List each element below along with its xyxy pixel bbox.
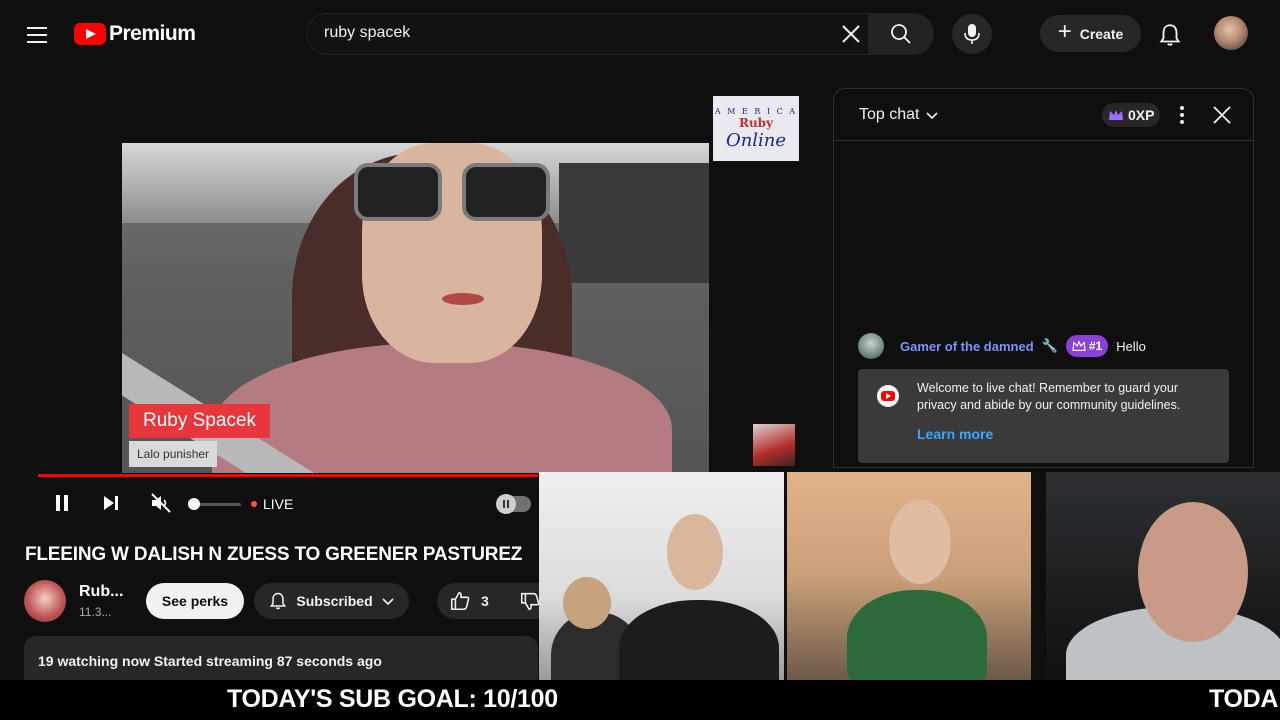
plus-icon: + — [1057, 18, 1072, 45]
chat-header: Top chat 0XP — [834, 89, 1253, 141]
channel-avatar[interactable] — [24, 580, 66, 622]
close-chat-icon[interactable] — [1210, 103, 1234, 127]
chat-message-text: Hello — [1116, 338, 1146, 354]
chat-mode-dropdown[interactable]: Top chat — [859, 106, 939, 124]
subscriber-count: 11.3... — [79, 605, 112, 619]
pause-button[interactable] — [46, 487, 78, 519]
chat-more-options-icon[interactable] — [1172, 104, 1192, 126]
thumbs-down-icon[interactable] — [519, 590, 541, 612]
learn-more-link[interactable]: Learn more — [917, 426, 993, 442]
welcome-text: Welcome to live chat! Remember to guard … — [917, 381, 1181, 412]
watermark-script: Online — [725, 129, 787, 151]
account-avatar[interactable] — [1214, 16, 1248, 50]
create-label: Create — [1079, 25, 1124, 42]
volume-slider-handle[interactable] — [188, 498, 200, 510]
volume-muted-icon — [151, 493, 171, 513]
webcam-2-person — [847, 590, 987, 680]
youtube-play-icon — [74, 23, 106, 45]
webcam-1-head-right — [667, 514, 723, 590]
player-controls: LIVE — [38, 487, 538, 521]
video-mouth — [442, 293, 484, 305]
welcome-banner: Welcome to live chat! Remember to guard … — [858, 369, 1229, 463]
video-sunglasses — [354, 163, 554, 221]
pause-icon — [56, 495, 68, 511]
notifications-bell-icon[interactable] — [1157, 22, 1183, 48]
webcam-3-head — [1138, 502, 1248, 642]
next-button[interactable] — [95, 487, 127, 519]
youtube-logo[interactable]: Premium — [74, 22, 196, 46]
chat-author-avatar[interactable] — [858, 333, 884, 359]
chat-author-name[interactable]: Gamer of the damned — [900, 339, 1034, 354]
chat-message: Gamer of the damned 🔧 #1 Hello — [858, 333, 1238, 359]
microphone-icon — [964, 24, 980, 44]
wrench-icon: 🔧 — [1041, 338, 1058, 353]
create-button[interactable]: + Create — [1040, 15, 1141, 52]
video-title: FLEEING W DALISH N ZUESS TO GREENER PAST… — [25, 544, 523, 565]
chevron-down-icon — [382, 598, 394, 606]
voice-search-button[interactable] — [952, 14, 992, 54]
subscribed-button[interactable]: Subscribed — [254, 583, 409, 619]
youtube-icon — [877, 385, 899, 407]
chat-mode-label: Top chat — [859, 106, 920, 123]
logo-text: Premium — [109, 22, 196, 45]
chat-rank-label: #1 — [1088, 339, 1103, 353]
ticker-text: TODAY'S SUB GOAL: 10/100 — [227, 685, 558, 713]
webcam-2 — [787, 472, 1031, 680]
xp-badge[interactable]: 0XP — [1102, 103, 1161, 127]
owner-row: Rub... 11.3... See perks Subscribed 3 — [24, 580, 557, 624]
channel-watermark-logo: A M E R I C A Ruby Online — [713, 96, 799, 161]
video-car-window — [559, 163, 709, 283]
webcam-1-head-left — [563, 577, 611, 629]
crown-icon — [1109, 110, 1123, 120]
lower-third-subtitle: Lalo punisher — [129, 441, 218, 467]
watermark-small-text: A M E R I C A — [714, 106, 798, 116]
thumbs-up-icon — [450, 591, 470, 611]
live-chat-panel: Top chat 0XP Gamer of the damned 🔧 #1 He… — [833, 88, 1254, 468]
sub-goal-ticker: TODAY'S SUB GOAL: 10/100 TODA — [0, 680, 1280, 720]
description-stats: 19 watching now Started streaming 87 sec… — [38, 653, 382, 669]
autoplay-pause-icon — [496, 494, 516, 514]
webcam-overlays — [539, 472, 1280, 680]
subscribed-label: Subscribed — [296, 593, 373, 609]
clear-icon[interactable] — [839, 22, 863, 46]
search-icon — [891, 24, 911, 44]
live-indicator[interactable]: LIVE — [251, 496, 293, 512]
autoplay-toggle[interactable] — [496, 494, 531, 514]
webcam-3 — [1046, 472, 1280, 680]
chevron-down-icon — [926, 112, 939, 120]
live-label: LIVE — [263, 496, 294, 512]
see-perks-button[interactable]: See perks — [146, 583, 244, 619]
lower-third-name: Ruby Spacek — [129, 404, 271, 438]
webcam-2-head — [889, 500, 951, 584]
live-dot-icon — [251, 501, 257, 507]
bell-icon — [270, 592, 287, 610]
webcam-1 — [539, 472, 784, 680]
chat-rank-badge: #1 — [1065, 335, 1109, 357]
xp-label: 0XP — [1128, 107, 1155, 123]
search-input[interactable] — [324, 24, 824, 42]
like-count: 3 — [481, 593, 489, 609]
search-button[interactable] — [868, 14, 934, 54]
live-progress-bar[interactable] — [38, 474, 538, 477]
mute-button[interactable] — [145, 487, 177, 519]
ticker-text-repeat: TODA — [1209, 685, 1279, 713]
small-camera-overlay — [753, 424, 795, 466]
webcam-1-person-right — [619, 600, 779, 680]
watermark-text: Ruby — [738, 115, 774, 130]
description-box[interactable]: 19 watching now Started streaming 87 sec… — [24, 636, 538, 680]
crown-icon — [1072, 340, 1086, 351]
masthead: Premium + Create — [0, 0, 1280, 68]
channel-name[interactable]: Rub... — [79, 583, 123, 601]
skip-next-icon — [104, 496, 118, 510]
menu-icon[interactable] — [22, 20, 52, 50]
